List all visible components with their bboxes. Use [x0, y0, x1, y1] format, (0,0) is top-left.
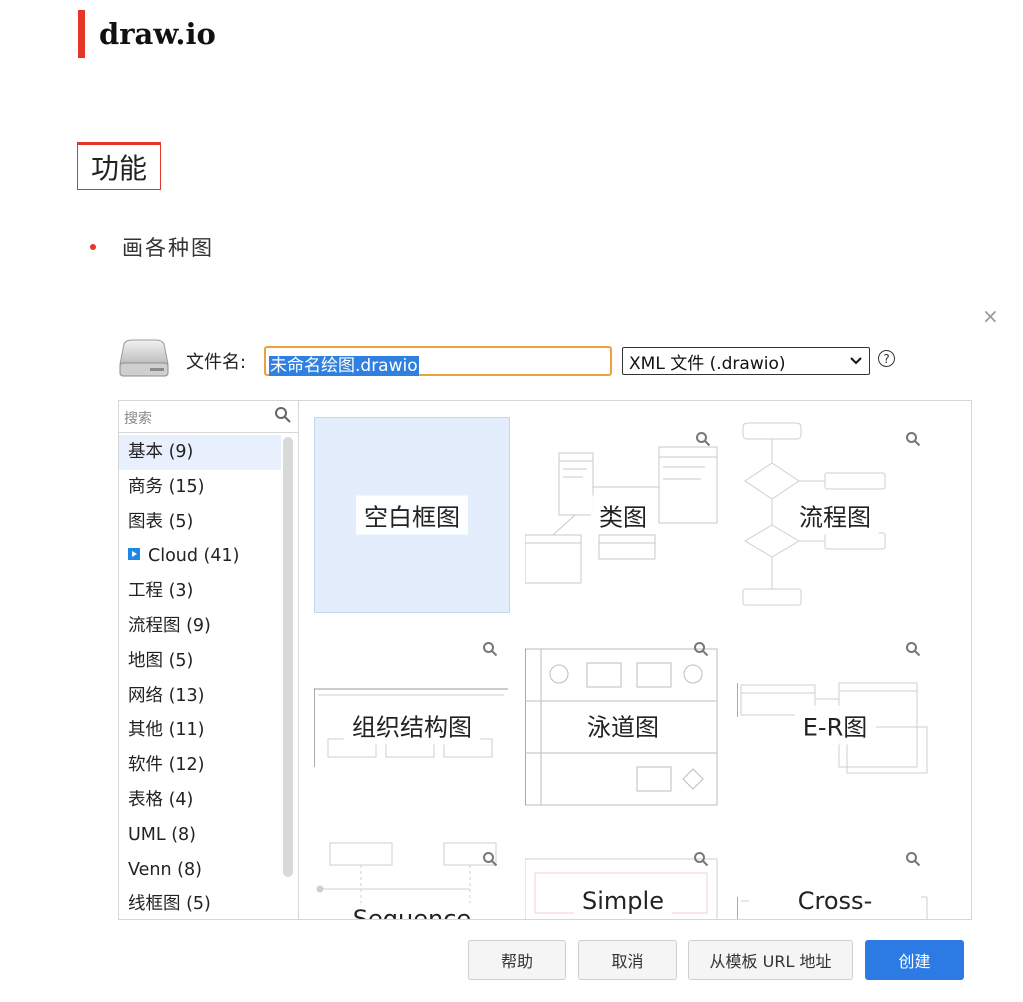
template-browser: 搜索 基本 (9) 商务 (15) 图表 (5) Cloud (41) 工程 (3) 流程… — [118, 400, 972, 920]
section-heading-text: 功能 — [90, 152, 147, 185]
format-select[interactable]: XML 文件 (.drawio) — [622, 347, 870, 375]
template-flowchart[interactable]: 流程图 — [737, 417, 933, 613]
category-item[interactable]: Venn (8) — [119, 853, 281, 888]
template-label: 空白框图 — [356, 495, 468, 535]
search-icon[interactable] — [274, 406, 292, 424]
template-label: 组织结构图 — [344, 705, 480, 745]
template-swimlane[interactable]: 泳道图 — [525, 627, 721, 823]
cloud-play-icon — [128, 548, 140, 561]
preview-zoom-icon[interactable] — [905, 431, 921, 447]
template-label: E-R图 — [794, 705, 876, 745]
category-item[interactable]: 线框图 (5) — [119, 887, 281, 919]
category-item[interactable]: Cloud (41) — [119, 539, 281, 574]
article-title-text: draw.io — [99, 17, 216, 51]
category-item[interactable]: 软件 (12) — [119, 748, 281, 783]
create-button[interactable]: 创建 — [865, 940, 964, 980]
category-item[interactable]: 网络 (13) — [119, 679, 281, 714]
chevron-down-icon — [850, 357, 862, 365]
category-label: 基本 (9) — [128, 442, 194, 462]
article-title: draw.io — [78, 10, 216, 58]
category-item[interactable]: 其他 (11) — [119, 713, 281, 748]
template-label: Cross- — [789, 885, 881, 917]
sidebar-scrollbar[interactable] — [283, 437, 293, 877]
category-label: 工程 (3) — [128, 581, 194, 602]
category-item[interactable]: 地图 (5) — [119, 644, 281, 679]
preview-zoom-icon[interactable] — [905, 641, 921, 657]
template-grid: 空白框图 类图 流程图 组织结构图 泳道图 E-R图 Sequence Simp… — [299, 401, 971, 919]
category-item[interactable]: 流程图 (9) — [119, 609, 281, 644]
category-item[interactable]: 基本 (9) — [119, 435, 281, 470]
section-heading: 功能 — [77, 142, 161, 190]
category-label: 表格 (4) — [128, 789, 194, 810]
from-template-url-button[interactable]: 从模板 URL 地址 — [688, 940, 853, 980]
template-er-diagram[interactable]: E-R图 — [737, 627, 933, 823]
search-input[interactable]: 搜索 — [119, 401, 298, 433]
template-label: Simple — [574, 885, 672, 917]
template-label: 类图 — [591, 495, 655, 535]
search-placeholder: 搜索 — [124, 411, 152, 427]
template-label: 流程图 — [791, 495, 879, 535]
category-label: 软件 (12) — [128, 755, 205, 776]
template-label: 泳道图 — [579, 705, 667, 745]
filename-row: 文件名: 未命名绘图.drawio XML 文件 (.drawio) ? — [118, 338, 918, 380]
category-item[interactable]: 工程 (3) — [119, 574, 281, 609]
category-item[interactable]: 表格 (4) — [119, 783, 281, 818]
category-label: 线框图 (5) — [128, 894, 211, 915]
help-icon[interactable]: ? — [878, 350, 895, 367]
help-button[interactable]: 帮助 — [468, 940, 566, 980]
close-dialog-icon[interactable]: × — [982, 304, 999, 328]
category-label: 商务 (15) — [128, 476, 205, 497]
filename-input[interactable]: 未命名绘图.drawio — [264, 346, 612, 376]
preview-zoom-icon[interactable] — [693, 851, 709, 867]
template-sequence[interactable]: Sequence — [314, 837, 510, 919]
category-label: 地图 (5) — [128, 650, 194, 671]
category-item[interactable]: UML (8) — [119, 818, 281, 853]
format-value: XML 文件 (.drawio) — [629, 353, 786, 374]
category-list: 基本 (9) 商务 (15) 图表 (5) Cloud (41) 工程 (3) 流程图 (… — [119, 435, 281, 919]
preview-zoom-icon[interactable] — [695, 431, 711, 447]
category-label: 流程图 (9) — [128, 615, 211, 636]
bullet-text: 画各种图 — [122, 236, 214, 260]
bullet-dot — [90, 244, 96, 250]
template-class-diagram[interactable]: 类图 — [525, 417, 721, 613]
bullet-item: 画各种图 — [90, 232, 214, 262]
preview-zoom-icon[interactable] — [905, 851, 921, 867]
title-accent-bar — [78, 10, 85, 58]
category-label: Venn (8) — [128, 859, 202, 880]
category-label: Cloud (41) — [148, 546, 240, 567]
category-label: 网络 (13) — [128, 685, 205, 706]
filename-label: 文件名: — [186, 352, 247, 373]
category-label: 其他 (11) — [128, 720, 205, 741]
template-label: Sequence — [344, 903, 480, 919]
cancel-button[interactable]: 取消 — [578, 940, 677, 980]
storage-disk-icon — [119, 339, 169, 377]
template-simple[interactable]: Simple — [525, 837, 721, 919]
template-blank[interactable]: 空白框图 — [314, 417, 510, 613]
category-label: UML (8) — [128, 824, 197, 845]
filename-value: 未命名绘图.drawio — [269, 356, 419, 376]
category-item[interactable]: 商务 (15) — [119, 470, 281, 505]
category-label: 图表 (5) — [128, 511, 194, 532]
preview-zoom-icon[interactable] — [693, 641, 709, 657]
preview-zoom-icon[interactable] — [482, 641, 498, 657]
template-org-chart[interactable]: 组织结构图 — [314, 627, 510, 823]
preview-zoom-icon[interactable] — [482, 851, 498, 867]
category-sidebar: 搜索 基本 (9) 商务 (15) 图表 (5) Cloud (41) 工程 (3) 流程… — [119, 401, 299, 919]
template-cross-functional[interactable]: Cross- — [737, 837, 933, 919]
category-item[interactable]: 图表 (5) — [119, 505, 281, 540]
